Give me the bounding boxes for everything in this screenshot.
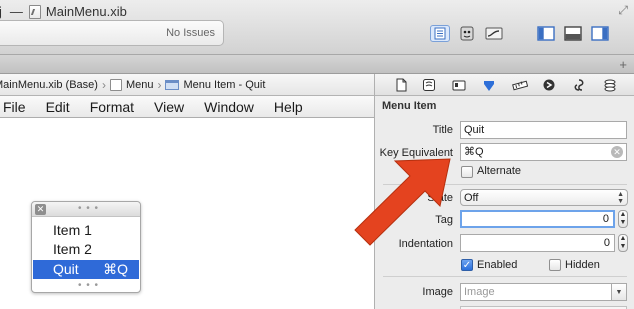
effects-inspector-tab[interactable] [603,78,617,92]
xib-file-icon [28,4,41,19]
document-name: MainMenu.xib [45,4,127,19]
breadcrumb-label: Menu Item - Quit [183,78,266,91]
project-name-fragment: j [0,4,2,19]
version-editor-button[interactable] [484,25,504,42]
image-label: Image [422,286,453,298]
title-field[interactable]: Quit [460,121,627,139]
assistant-editor-icon [460,26,474,41]
section-divider [383,184,627,185]
state-value: Off [464,192,479,204]
tag-field[interactable]: 0 [460,210,615,228]
menu-edit[interactable]: Edit [46,99,70,115]
hidden-label: Hidden [565,259,600,271]
breadcrumb-label: Menu [125,78,154,91]
add-tab-icon[interactable]: + [619,57,627,72]
assistant-editor-button[interactable] [457,25,477,42]
inspector-tab-bar [375,74,634,96]
menu-item-quit[interactable]: Quit ⌘Q [33,260,139,279]
identity-inspector-tab[interactable] [452,78,466,92]
breadcrumb-label: MainMenu.xib (Base) [0,78,98,91]
navigator-toggle-icon [537,26,555,41]
menu-item-label: Item 1 [53,222,92,238]
window-title: j — MainMenu.xib [0,3,127,20]
breadcrumb-menu[interactable]: Menu [109,78,154,91]
key-equivalent-label: Key Equivalent [379,147,453,159]
connections-inspector-tab[interactable] [542,78,556,92]
breadcrumb-menu-item[interactable]: Menu Item - Quit [165,79,265,91]
tag-stepper[interactable]: ▲ ▼ [618,210,628,228]
menu-object-header[interactable]: ✕ • • • [32,202,140,217]
window-toolbar: j — MainMenu.xib ⤢ No Issues [0,0,634,54]
standard-editor-icon [434,27,446,40]
menu-item-label: Item 2 [53,241,92,257]
clear-icon[interactable]: ✕ [611,146,623,158]
fullscreen-icon[interactable]: ⤢ [618,3,628,18]
connections-icon [543,79,555,91]
section-divider [383,276,627,277]
popup-arrows-icon: ▲ ▼ [617,191,624,205]
menu-view[interactable]: View [154,99,184,115]
menu-item-label: Quit [53,261,79,277]
navigator-toggle-button[interactable] [536,25,556,42]
title-separator: — [9,4,23,19]
jump-bar: MainMenu.xib (Base) › Menu › Menu Item -… [0,74,374,96]
attributes-inspector: Menu Item Title Quit Key Equivalent ⌘Q ✕… [374,74,634,309]
hidden-checkbox[interactable] [549,259,561,271]
activity-viewer: No Issues [0,20,224,46]
breadcrumb-chevron-icon: › [157,77,162,92]
resize-grip-icon[interactable]: • • • [78,281,99,291]
menu-item-1[interactable]: Item 1 [33,221,139,240]
key-equivalent-value: ⌘Q [464,146,484,158]
enabled-checkbox[interactable]: ✓ [461,259,473,271]
app-menu-bar: File Edit Format View Window Help [0,96,374,118]
quick-help-tab[interactable] [422,78,436,92]
size-icon [512,80,528,91]
title-label: Title [432,124,453,136]
menu-help[interactable]: Help [274,99,303,115]
chevron-down-icon[interactable]: ▼ [612,283,627,301]
bindings-inspector-tab[interactable] [572,78,586,92]
menu-window[interactable]: Window [204,99,254,115]
identity-icon [452,80,466,91]
file-inspector-tab[interactable] [394,78,408,92]
indentation-label: Indentation [398,238,453,250]
tag-label: Tag [435,214,453,226]
size-inspector-tab[interactable] [512,78,528,92]
menu-object-icon [109,78,122,91]
version-editor-icon [485,27,503,40]
quick-help-icon [423,79,435,91]
close-icon[interactable]: ✕ [35,204,46,215]
alternate-label: Alternate [477,165,522,177]
effects-icon [604,79,616,92]
menu-item-object-icon [165,79,180,90]
menu-format[interactable]: Format [90,99,134,115]
debug-area-toggle-button[interactable] [563,25,583,42]
menu-file[interactable]: File [3,99,26,115]
utilities-toggle-button[interactable] [590,25,610,42]
indentation-stepper[interactable]: ▲ ▼ [618,234,628,252]
breadcrumb-xib[interactable]: MainMenu.xib (Base) [0,79,98,91]
activity-status: No Issues [166,27,215,39]
resize-grip-icon[interactable]: • • • [78,204,99,214]
alternate-checkbox[interactable] [461,166,473,178]
attributes-inspector-tab[interactable] [482,78,496,92]
debug-area-toggle-icon [564,26,582,41]
file-icon [396,78,407,92]
indentation-field[interactable]: 0 [460,234,615,252]
enabled-label: Enabled [477,259,518,271]
menu-item-shortcut: ⌘Q [103,261,128,277]
menu-item-2[interactable]: Item 2 [33,240,139,259]
bindings-icon [574,79,584,91]
state-popup[interactable]: Off ▲ ▼ [460,189,628,206]
menu-object[interactable]: ✕ • • • Item 1 Item 2 Quit ⌘Q • • • [31,201,141,293]
image-combo-field[interactable]: Image [460,283,612,301]
key-equivalent-field[interactable]: ⌘Q ✕ [460,143,627,161]
utilities-toggle-icon [591,26,609,41]
inspector-section-title: Menu Item [382,100,437,112]
state-label: State [427,192,453,204]
breadcrumb-chevron-icon: › [101,77,106,92]
standard-editor-button[interactable] [430,25,450,42]
tab-bar-strip: + [0,54,634,74]
attributes-icon [484,81,494,91]
